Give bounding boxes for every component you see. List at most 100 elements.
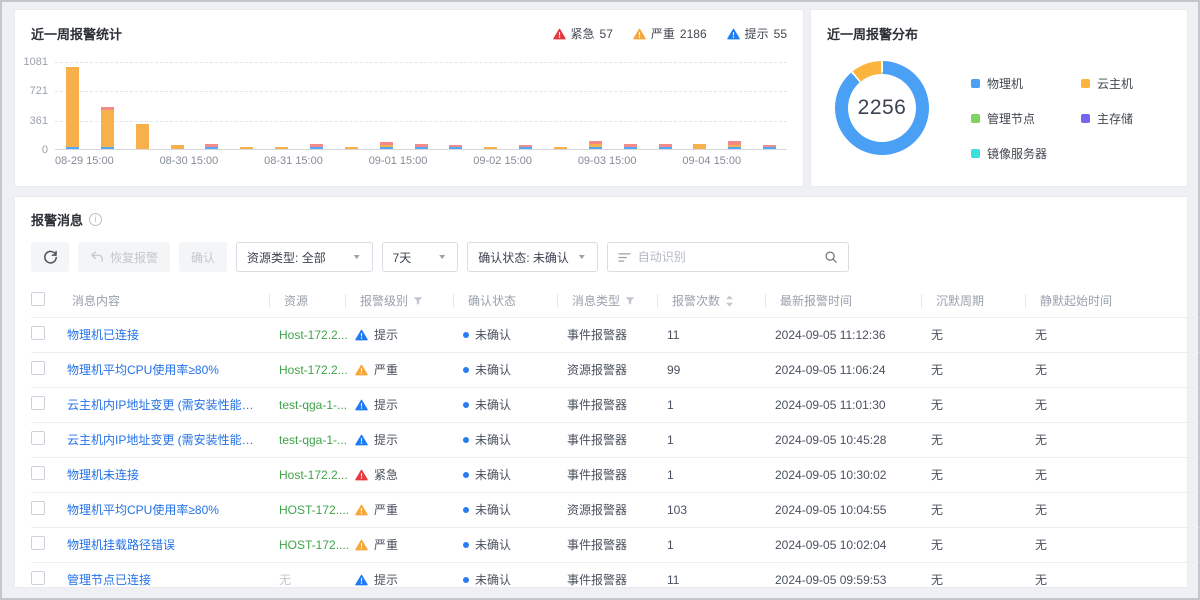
latest-alarm-time: 2024-09-05 11:06:24: [775, 352, 931, 387]
resource-link[interactable]: HOST-172....: [279, 538, 349, 552]
resource-link[interactable]: HOST-172....: [279, 503, 349, 517]
column-label: 最新报警时间: [780, 292, 852, 309]
bar-segment-严重: [484, 147, 497, 149]
bar-chart-plot-area: 03617211081: [55, 62, 787, 150]
message-content-link[interactable]: 物理机已连接: [67, 326, 265, 343]
resource-link[interactable]: test-qga-1-...: [279, 433, 347, 447]
column-header[interactable]: 报警级别: [355, 285, 463, 317]
bar-segment-严重: [554, 147, 567, 149]
stacked-bar[interactable]: [275, 147, 288, 149]
stacked-bar[interactable]: [589, 141, 602, 149]
legend-swatch: [1081, 114, 1090, 123]
ack-status-dot: [463, 332, 469, 338]
resource-link[interactable]: Host-172.2...: [279, 468, 348, 482]
message-content-link[interactable]: 云主机内IP地址变更 (需安装性能优化工具): [67, 431, 265, 448]
row-checkbox[interactable]: [31, 326, 45, 340]
stacked-bar[interactable]: [101, 107, 114, 149]
distribution-legend-item[interactable]: 云主机: [1081, 75, 1171, 92]
stacked-bar[interactable]: [205, 144, 218, 149]
alarm-total-count: 2256: [858, 96, 907, 120]
stacked-bar[interactable]: [66, 67, 79, 149]
row-checkbox[interactable]: [31, 571, 45, 585]
legend-label: 管理节点: [987, 110, 1035, 127]
alarm-level: 严重: [374, 361, 398, 378]
stacked-bar[interactable]: [310, 144, 323, 149]
bar-slot: [682, 62, 717, 149]
resource-link[interactable]: test-qga-1-...: [279, 398, 347, 412]
select-all-checkbox[interactable]: [31, 292, 45, 306]
stacked-bar[interactable]: [519, 145, 532, 149]
stacked-bar[interactable]: [659, 144, 672, 149]
message-type: 事件报警器: [567, 527, 667, 562]
filter-icon[interactable]: [413, 296, 423, 306]
y-axis-tick: 1081: [24, 56, 48, 68]
refresh-button[interactable]: [31, 242, 69, 272]
message-content-link[interactable]: 管理节点已连接: [67, 571, 265, 588]
row-checkbox[interactable]: [31, 396, 45, 410]
legend-item-severe[interactable]: 严重2186: [633, 25, 707, 42]
stacked-bar[interactable]: [484, 147, 497, 149]
row-checkbox[interactable]: [31, 501, 45, 515]
stacked-bar[interactable]: [728, 141, 741, 149]
row-checkbox[interactable]: [31, 361, 45, 375]
column-header[interactable]: 报警次数: [667, 285, 775, 317]
row-checkbox[interactable]: [31, 536, 45, 550]
stacked-bar[interactable]: [763, 145, 776, 149]
bar-chart-x-axis: 08-29 15:0008-30 15:0008-31 15:0009-01 1…: [55, 155, 787, 167]
info-icon[interactable]: i: [89, 213, 102, 226]
search-icon[interactable]: [824, 250, 838, 264]
stacked-bar[interactable]: [171, 145, 184, 149]
bar-segment-提示: [66, 147, 79, 149]
column-header[interactable]: 消息类型: [567, 285, 667, 317]
y-axis-tick: 0: [42, 144, 48, 156]
distribution-legend-item[interactable]: 管理节点: [971, 110, 1081, 127]
message-content-link[interactable]: 云主机内IP地址变更 (需安装性能优化工具): [67, 396, 265, 413]
message-content-link[interactable]: 物理机未连接: [67, 466, 265, 483]
alarm-count: 1: [667, 387, 775, 422]
bar-segment-提示: [415, 147, 428, 149]
stacked-bar[interactable]: [345, 147, 358, 149]
bar-segment-提示: [449, 147, 462, 149]
stacked-bar[interactable]: [624, 144, 637, 149]
resource-link[interactable]: Host-172.2...: [279, 363, 348, 377]
table-row: 物理机已连接Host-172.2... 提示未确认事件报警器112024-09-…: [31, 317, 1199, 352]
stacked-bar[interactable]: [240, 147, 253, 149]
legend-item-info[interactable]: 提示55: [727, 25, 787, 42]
confirm-button[interactable]: 确认: [179, 242, 227, 272]
bar-slot: [264, 62, 299, 149]
stacked-bar[interactable]: [380, 142, 393, 149]
stacked-bar[interactable]: [136, 124, 149, 149]
period-select[interactable]: 7天 ▼: [382, 242, 459, 272]
resource-link[interactable]: Host-172.2...: [279, 328, 348, 342]
stacked-bar[interactable]: [449, 145, 462, 149]
message-content-link[interactable]: 物理机平均CPU使用率≥80%: [67, 501, 265, 518]
column-label: 沉默周期: [936, 292, 984, 309]
message-content-link[interactable]: 物理机挂载路径错误: [67, 536, 265, 553]
x-axis-label: 09-03 15:00: [578, 155, 637, 167]
legend-label: 镜像服务器: [987, 145, 1047, 162]
distribution-legend-item[interactable]: 镜像服务器: [971, 145, 1081, 162]
distribution-legend-item[interactable]: 主存储: [1081, 110, 1171, 127]
bar-slot: [473, 62, 508, 149]
ack-status-select[interactable]: 确认状态: 未确认 ▼: [467, 242, 598, 272]
ack-status-dot: [463, 542, 469, 548]
alarm-count: 11: [667, 562, 775, 597]
table-row: 物理机挂载路径错误HOST-172.... 严重未确认事件报警器12024-09…: [31, 527, 1199, 562]
search-input[interactable]: [638, 250, 817, 264]
filter-icon[interactable]: [625, 296, 635, 306]
stacked-bar[interactable]: [693, 144, 706, 149]
row-checkbox[interactable]: [31, 431, 45, 445]
stacked-bar[interactable]: [415, 144, 428, 149]
recover-alarm-button[interactable]: 恢复报警: [78, 242, 170, 272]
stacked-bar[interactable]: [554, 147, 567, 149]
silence-start-time: 无: [1035, 527, 1199, 562]
resource-type-select[interactable]: 资源类型: 全部 ▼: [236, 242, 373, 272]
distribution-legend-item[interactable]: 物理机: [971, 75, 1081, 92]
column-header: 消息内容: [67, 285, 279, 317]
alarm-count: 99: [667, 352, 775, 387]
message-content-link[interactable]: 物理机平均CPU使用率≥80%: [67, 361, 265, 378]
x-axis-label: 09-04 15:00: [682, 155, 741, 167]
legend-item-urgent[interactable]: 紧急57: [553, 25, 613, 42]
sort-icon[interactable]: [725, 295, 734, 307]
row-checkbox[interactable]: [31, 466, 45, 480]
